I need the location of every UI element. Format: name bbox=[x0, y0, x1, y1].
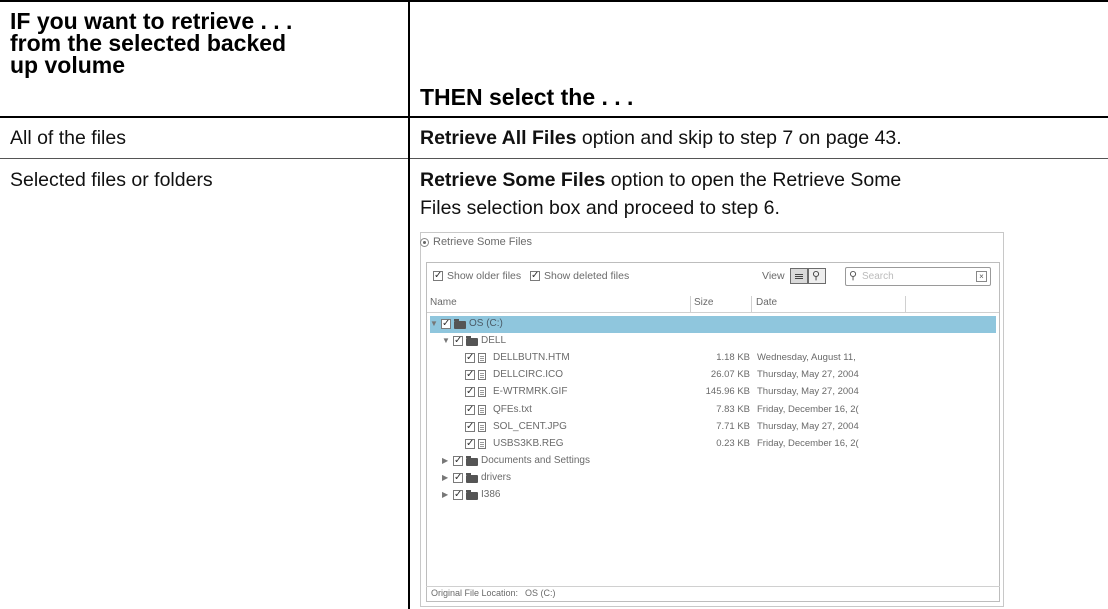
row-all-files-condition: All of the files bbox=[10, 127, 126, 149]
tree-item-size: 7.71 KB bbox=[716, 420, 750, 432]
list-view-icon bbox=[795, 274, 803, 275]
row-selected-files-condition: Selected files or folders bbox=[10, 169, 213, 191]
folder-icon bbox=[466, 336, 478, 347]
file-browser bbox=[426, 262, 1000, 602]
list-view-button[interactable] bbox=[790, 268, 808, 284]
column-name[interactable]: Name bbox=[430, 297, 457, 308]
tree-item-name[interactable]: DELLBUTN.HTM bbox=[493, 352, 570, 363]
show-older-files-label: Show older files bbox=[447, 270, 522, 282]
column-header-condition: IF you want to retrieve . . . from the s… bbox=[10, 8, 400, 78]
original-file-location-label: Original File Location: bbox=[431, 588, 519, 598]
show-deleted-files-checkbox[interactable]: ✓ bbox=[530, 271, 540, 281]
search-icon: ⚲ bbox=[849, 270, 858, 282]
file-icon bbox=[478, 421, 486, 432]
tree-item-checkbox[interactable]: ✓ bbox=[453, 336, 463, 347]
file-icon bbox=[478, 404, 486, 415]
column-header-condition-line: from the selected backed bbox=[10, 30, 287, 56]
selected-row-highlight bbox=[430, 316, 996, 333]
tree-item-name[interactable]: OS (C:) bbox=[469, 318, 503, 329]
file-icon bbox=[478, 387, 486, 398]
original-file-location-value: OS (C:) bbox=[525, 588, 556, 598]
table-column-divider bbox=[408, 0, 410, 609]
tree-item-date: Friday, December 16, 2( bbox=[757, 437, 859, 449]
tree-item-size: 145.96 KB bbox=[705, 386, 750, 398]
tree-item-checkbox[interactable]: ✓ bbox=[465, 404, 475, 415]
collapsed-arrow-icon[interactable]: ▶ bbox=[442, 473, 448, 482]
tree-item-date: Thursday, May 27, 2004 bbox=[757, 420, 859, 432]
option-retrieve-all-files: Retrieve All Files bbox=[420, 127, 577, 149]
tree-item-size: 7.83 KB bbox=[716, 403, 750, 415]
view-label: View bbox=[762, 270, 785, 282]
table-top-rule bbox=[0, 0, 1108, 2]
collapsed-arrow-icon[interactable]: ▶ bbox=[442, 456, 448, 465]
magnifier-icon: ⚲ bbox=[812, 270, 821, 282]
folder-icon bbox=[466, 490, 478, 500]
row-all-files-action: Retrieve All Files option and skip to st… bbox=[420, 124, 902, 152]
tree-item-checkbox[interactable]: ✓ bbox=[465, 353, 475, 364]
file-icon bbox=[478, 438, 486, 449]
tree-item-name[interactable]: drivers bbox=[481, 472, 511, 483]
panel-title: Retrieve Some Files bbox=[433, 236, 533, 248]
option-retrieve-some-files: Retrieve Some Files bbox=[420, 169, 606, 191]
column-separator bbox=[751, 296, 752, 312]
file-icon bbox=[478, 353, 486, 364]
tree-item-date: Wednesday, August 11, bbox=[757, 352, 856, 364]
row-selected-files-action: Retrieve Some Files option to open the R… bbox=[420, 166, 901, 222]
tree-item-date: Thursday, May 27, 2004 bbox=[757, 386, 859, 398]
tree-item-date: Thursday, May 27, 2004 bbox=[757, 369, 859, 381]
tree-item-checkbox[interactable]: ✓ bbox=[465, 438, 475, 449]
tree-item-checkbox[interactable]: ✓ bbox=[453, 472, 463, 483]
folder-icon bbox=[466, 472, 478, 483]
tree-item-name[interactable]: QFEs.txt bbox=[493, 404, 532, 415]
search-placeholder: Search bbox=[862, 271, 894, 282]
table-row-rule bbox=[0, 158, 1108, 159]
column-header-action: THEN select the . . . bbox=[420, 84, 634, 110]
tree-item-size: 1.18 KB bbox=[716, 352, 750, 364]
tree-item-name[interactable]: DELLCIRC.ICO bbox=[493, 369, 563, 380]
tree-item-checkbox[interactable]: ✓ bbox=[465, 387, 475, 398]
search-view-button[interactable]: ⚲ bbox=[808, 268, 826, 284]
action-text: Files selection box and proceed to step … bbox=[420, 197, 780, 219]
tree-item-checkbox[interactable]: ✓ bbox=[453, 455, 463, 466]
column-date[interactable]: Date bbox=[756, 297, 777, 308]
clear-search-icon[interactable]: × bbox=[976, 271, 987, 282]
retrieve-some-files-radio[interactable] bbox=[420, 238, 429, 247]
tree-item-date: Friday, December 16, 2( bbox=[757, 403, 859, 415]
column-header-condition-line: IF you want to retrieve . . . bbox=[10, 8, 293, 34]
tree-item-checkbox[interactable]: ✓ bbox=[465, 370, 475, 381]
column-header-condition-line: up volume bbox=[10, 52, 126, 78]
drive-icon bbox=[454, 319, 466, 329]
tree-item-name[interactable]: DELL bbox=[481, 335, 506, 346]
tree-item-checkbox[interactable]: ✓ bbox=[465, 421, 475, 432]
tree-item-size: 26.07 KB bbox=[710, 369, 750, 381]
file-icon bbox=[478, 370, 486, 381]
action-text: option to open the Retrieve Some bbox=[605, 169, 902, 191]
folder-icon bbox=[466, 455, 478, 466]
expanded-arrow-icon[interactable]: ▼ bbox=[442, 336, 450, 345]
tree-item-checkbox[interactable]: ✓ bbox=[441, 319, 451, 329]
tree-item-name[interactable]: USBS3KB.REG bbox=[493, 438, 564, 449]
table-header-rule bbox=[0, 116, 1108, 118]
tree-item-name[interactable]: E-WTRMRK.GIF bbox=[493, 386, 567, 397]
search-input[interactable]: ⚲ Search × bbox=[845, 267, 991, 286]
column-separator bbox=[905, 296, 906, 312]
tree-item-name[interactable]: SOL_CENT.JPG bbox=[493, 421, 567, 432]
tree-item-checkbox[interactable]: ✓ bbox=[453, 490, 463, 500]
tree-item-name[interactable]: Documents and Settings bbox=[481, 455, 590, 466]
column-size[interactable]: Size bbox=[694, 297, 713, 308]
column-separator bbox=[690, 296, 691, 312]
tree-item-size: 0.23 KB bbox=[716, 437, 750, 449]
tree-item-name[interactable]: I386 bbox=[481, 489, 500, 500]
expanded-arrow-icon[interactable]: ▼ bbox=[430, 319, 438, 328]
collapsed-arrow-icon[interactable]: ▶ bbox=[442, 490, 448, 499]
action-text: option and skip to step 7 on page 43. bbox=[576, 127, 902, 149]
show-deleted-files-label: Show deleted files bbox=[544, 270, 630, 282]
show-older-files-checkbox[interactable]: ✓ bbox=[433, 271, 443, 281]
